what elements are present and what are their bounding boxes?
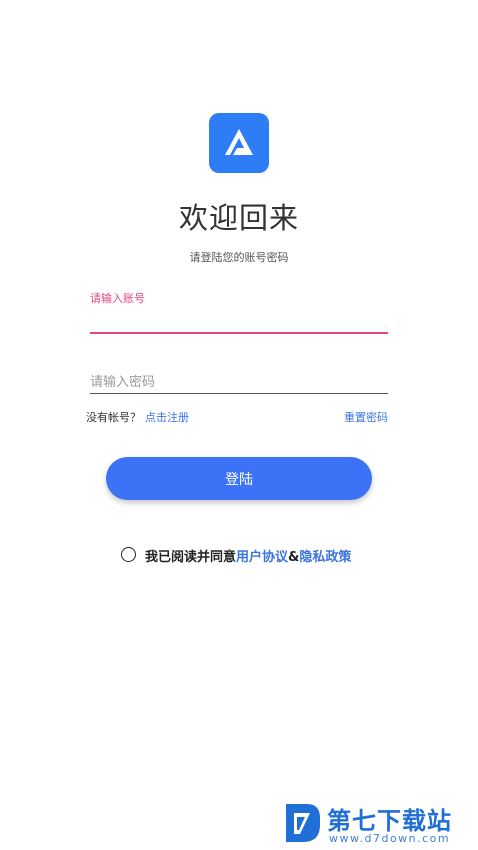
page-subtitle: 请登陆您的账号密码 bbox=[189, 251, 289, 264]
watermark-title: 第七下载站 bbox=[327, 807, 452, 835]
password-input[interactable] bbox=[90, 371, 388, 393]
app-logo bbox=[209, 113, 269, 173]
watermark-url: www.d7down.com bbox=[329, 832, 451, 845]
register-link[interactable]: 点击注册 bbox=[145, 409, 189, 425]
user-agreement-link[interactable]: 用户协议 bbox=[236, 550, 288, 565]
reset-password-link[interactable]: 重置密码 bbox=[344, 409, 388, 425]
account-input-underline bbox=[90, 332, 388, 334]
triangle-logo-icon bbox=[225, 129, 253, 155]
agreement-text: 我已阅读并同意用户协议&隐私政策 bbox=[145, 546, 351, 565]
agreement-radio[interactable] bbox=[121, 547, 136, 562]
agreement-prefix: 我已阅读并同意 bbox=[145, 550, 237, 565]
page-title: 欢迎回来 bbox=[178, 201, 299, 235]
no-account-text: 没有帐号？ bbox=[86, 411, 141, 424]
password-input-underline bbox=[90, 393, 388, 394]
d7-logo-icon bbox=[286, 804, 320, 842]
account-input[interactable] bbox=[90, 308, 388, 332]
privacy-policy-link[interactable]: 隐私政策 bbox=[299, 550, 351, 565]
watermark: 第七下载站 www.d7down.com bbox=[283, 799, 475, 849]
agreement-separator: & bbox=[288, 550, 300, 565]
account-field-label: 请输入账号 bbox=[90, 292, 145, 305]
login-button[interactable]: 登陆 bbox=[106, 457, 372, 500]
